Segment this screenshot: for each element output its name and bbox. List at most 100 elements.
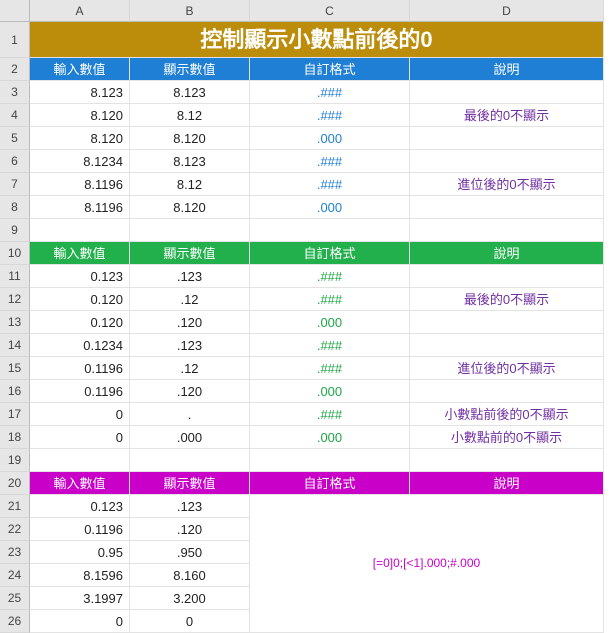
cell[interactable]: 3.200 xyxy=(130,587,250,610)
cell[interactable] xyxy=(250,219,410,242)
cell[interactable]: .000 xyxy=(250,196,410,219)
row-header[interactable]: 6 xyxy=(0,150,30,173)
row-header[interactable]: 19 xyxy=(0,449,30,472)
cell[interactable]: .### xyxy=(250,104,410,127)
cell[interactable]: 8.12 xyxy=(130,104,250,127)
cell[interactable]: 0 xyxy=(30,403,130,426)
section-header[interactable]: 說明 xyxy=(410,58,604,81)
cell[interactable] xyxy=(410,150,604,173)
row-header[interactable]: 24 xyxy=(0,564,30,587)
cell[interactable] xyxy=(130,219,250,242)
cell[interactable] xyxy=(410,196,604,219)
cell[interactable]: .950 xyxy=(130,541,250,564)
cell[interactable]: 3.1997 xyxy=(30,587,130,610)
cell[interactable] xyxy=(410,334,604,357)
cell[interactable]: .### xyxy=(250,173,410,196)
row-header[interactable]: 2 xyxy=(0,58,30,81)
cell[interactable] xyxy=(30,449,130,472)
cell[interactable]: 8.12 xyxy=(130,173,250,196)
row-header[interactable]: 7 xyxy=(0,173,30,196)
cell[interactable]: 8.123 xyxy=(30,81,130,104)
cell[interactable]: .### xyxy=(250,403,410,426)
row-header[interactable]: 25 xyxy=(0,587,30,610)
cell[interactable]: .000 xyxy=(130,426,250,449)
cell[interactable]: 0.120 xyxy=(30,288,130,311)
col-header[interactable]: D xyxy=(410,0,604,22)
cell[interactable]: 8.1196 xyxy=(30,196,130,219)
cell[interactable]: .### xyxy=(250,81,410,104)
section-header[interactable]: 顯示數值 xyxy=(130,58,250,81)
cell[interactable] xyxy=(410,219,604,242)
cell[interactable] xyxy=(130,449,250,472)
cell[interactable]: 0.1234 xyxy=(30,334,130,357)
cell[interactable]: 進位後的0不顯示 xyxy=(410,173,604,196)
cell[interactable]: .123 xyxy=(130,265,250,288)
cell[interactable] xyxy=(410,265,604,288)
cell[interactable] xyxy=(410,380,604,403)
cell[interactable]: 8.123 xyxy=(130,150,250,173)
cell[interactable]: 0.120 xyxy=(30,311,130,334)
cell[interactable]: . xyxy=(130,403,250,426)
merged-format-cell[interactable]: [=0]0;[<1].000;#.000 xyxy=(250,495,604,633)
cell[interactable]: .000 xyxy=(250,426,410,449)
cell[interactable]: 0.123 xyxy=(30,495,130,518)
cell[interactable]: .000 xyxy=(250,127,410,150)
cell[interactable] xyxy=(410,449,604,472)
section-header[interactable]: 輸入數值 xyxy=(30,58,130,81)
cell[interactable] xyxy=(410,81,604,104)
row-header[interactable]: 16 xyxy=(0,380,30,403)
row-header[interactable]: 4 xyxy=(0,104,30,127)
cell[interactable]: .000 xyxy=(250,311,410,334)
cell[interactable]: 8.120 xyxy=(30,127,130,150)
cell[interactable]: .### xyxy=(250,288,410,311)
row-header[interactable]: 14 xyxy=(0,334,30,357)
cell[interactable] xyxy=(250,449,410,472)
row-header[interactable]: 3 xyxy=(0,81,30,104)
cell[interactable]: 最後的0不顯示 xyxy=(410,288,604,311)
cell[interactable]: .120 xyxy=(130,518,250,541)
section-header[interactable]: 自訂格式 xyxy=(250,472,410,495)
col-header[interactable]: C xyxy=(250,0,410,22)
row-header[interactable]: 20 xyxy=(0,472,30,495)
section-header[interactable]: 說明 xyxy=(410,472,604,495)
cell[interactable]: 8.1596 xyxy=(30,564,130,587)
cell[interactable]: 0.95 xyxy=(30,541,130,564)
row-header[interactable]: 21 xyxy=(0,495,30,518)
cell[interactable]: .12 xyxy=(130,288,250,311)
row-header[interactable]: 22 xyxy=(0,518,30,541)
cell[interactable]: 小數點前的0不顯示 xyxy=(410,426,604,449)
col-header[interactable]: B xyxy=(130,0,250,22)
cell[interactable]: 8.120 xyxy=(30,104,130,127)
row-header[interactable]: 5 xyxy=(0,127,30,150)
row-header[interactable]: 10 xyxy=(0,242,30,265)
cell[interactable]: 8.1234 xyxy=(30,150,130,173)
row-header[interactable]: 17 xyxy=(0,403,30,426)
cell[interactable]: 0 xyxy=(30,426,130,449)
cell[interactable]: 進位後的0不顯示 xyxy=(410,357,604,380)
cell[interactable]: .### xyxy=(250,150,410,173)
cell[interactable]: .### xyxy=(250,334,410,357)
row-header[interactable]: 8 xyxy=(0,196,30,219)
cell[interactable]: .12 xyxy=(130,357,250,380)
row-header[interactable]: 12 xyxy=(0,288,30,311)
cell[interactable] xyxy=(410,311,604,334)
row-header[interactable]: 9 xyxy=(0,219,30,242)
section-header[interactable]: 自訂格式 xyxy=(250,242,410,265)
cell[interactable]: .123 xyxy=(130,334,250,357)
cell[interactable]: .000 xyxy=(250,380,410,403)
cell[interactable]: .### xyxy=(250,357,410,380)
cell[interactable]: 最後的0不顯示 xyxy=(410,104,604,127)
row-header[interactable]: 11 xyxy=(0,265,30,288)
row-header[interactable]: 13 xyxy=(0,311,30,334)
select-all-corner[interactable] xyxy=(0,0,30,22)
cell[interactable]: 8.160 xyxy=(130,564,250,587)
cell[interactable]: 0.1196 xyxy=(30,518,130,541)
cell[interactable]: 8.120 xyxy=(130,196,250,219)
row-header[interactable]: 26 xyxy=(0,610,30,633)
section-header[interactable]: 說明 xyxy=(410,242,604,265)
cell[interactable]: .### xyxy=(250,265,410,288)
row-header[interactable]: 18 xyxy=(0,426,30,449)
row-header[interactable]: 15 xyxy=(0,357,30,380)
section-header[interactable]: 輸入數值 xyxy=(30,472,130,495)
cell[interactable]: 0 xyxy=(30,610,130,633)
